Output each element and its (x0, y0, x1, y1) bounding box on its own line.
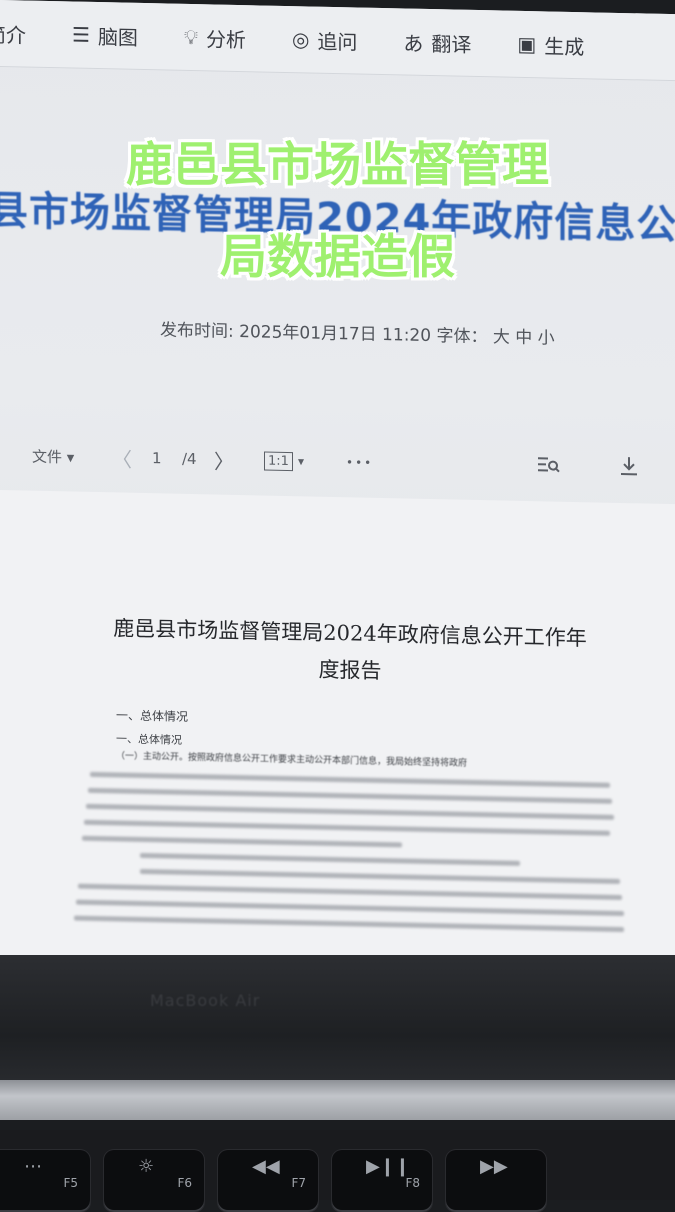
body-text-line (88, 787, 612, 804)
keyboard-light-icon: ⋯ (24, 1156, 42, 1177)
page-total: /4 (182, 449, 197, 469)
body-text-line (76, 899, 624, 917)
section-heading: 一、总体情况 (116, 708, 189, 724)
key-label: F7 (291, 1176, 306, 1190)
toolbar-analysis-label: 分析 (205, 26, 246, 52)
body-text-line (82, 835, 402, 848)
keyboard-row: ⋯ F5 ☼ F6 ◀◀ F7 ▶❙❙ F8 ▶▶ (0, 1130, 675, 1212)
more-button[interactable]: ••• (346, 455, 373, 470)
document-title: 鹿邑县市场监督管理局2024年政府信息公开工作年 度报告 (60, 609, 640, 695)
play-pause-icon: ▶❙❙ (366, 1156, 411, 1177)
laptop-brand: MacBook Air (150, 991, 261, 1010)
body-text-line (90, 771, 610, 788)
caption-line1: 鹿邑县市场监督管理 (126, 138, 549, 193)
body-intro: （一）主动公开。按照政府信息公开工作要求主动公开本部门信息，我局始终坚持将政府 (116, 751, 468, 769)
toolbar-translate-label: 翻译 (431, 31, 472, 57)
body-text-line (84, 819, 610, 836)
keyboard-light-icon: ☼ (138, 1156, 155, 1177)
body-text-line (140, 852, 520, 866)
body-text-line (140, 868, 620, 884)
pdf-page: 鹿邑县市场监督管理局2024年政府信息公开工作年 度报告 一、总体情况 一、总体… (0, 490, 675, 975)
body-text-line (86, 803, 614, 820)
translate-icon: あ (403, 30, 424, 56)
download-icon[interactable] (618, 455, 640, 481)
key-f6[interactable]: ☼ F6 (104, 1150, 204, 1212)
toolbar-analysis[interactable]: 💡︎ 分析 (184, 22, 246, 52)
key-f8[interactable]: ▶❙❙ F8 (332, 1150, 432, 1212)
rewind-icon: ◀◀ (252, 1156, 280, 1177)
overlay-caption: 鹿邑县市场监督管理 局数据造假 (0, 120, 675, 303)
toolbar-generate-label: 生成 (544, 33, 585, 59)
chat-icon: ◎ (291, 27, 310, 52)
page-current[interactable]: 1 (152, 449, 162, 467)
subsection-heading: 一、总体情况 (116, 732, 182, 747)
laptop-hinge (0, 1080, 675, 1120)
body-text-line (78, 883, 622, 901)
zoom-button[interactable]: 1:1 (264, 451, 293, 471)
key-f5[interactable]: ⋯ F5 (0, 1150, 90, 1212)
pdf-toolbar: 文件 ▾ 〈 1 /4 〉 1:1 ▾ ••• (0, 432, 675, 492)
lightbulb-icon: 💡︎ (183, 24, 198, 50)
ai-toolbar: 简介 ☰ 脑图 💡︎ 分析 ◎ 追问 あ 翻译 ▣ 生成 (0, 0, 675, 82)
key-f9[interactable]: ▶▶ (446, 1150, 546, 1212)
laptop-bezel: MacBook Air (0, 955, 675, 1090)
article-meta: 发布时间: 2025年01月17日 11:20 字体： 大 中 小 (160, 320, 555, 349)
mindmap-icon: ☰ (72, 22, 90, 47)
next-page-button[interactable]: 〉 (214, 445, 234, 474)
toolbar-mindmap-label: 脑图 (97, 24, 138, 50)
generate-icon: ▣ (517, 31, 537, 57)
key-f7[interactable]: ◀◀ F7 (218, 1150, 318, 1212)
zoom-caret-icon[interactable]: ▾ (298, 454, 304, 468)
search-doc-icon[interactable] (536, 454, 560, 479)
toolbar-followup-label: 追问 (317, 29, 358, 54)
body-text-line (74, 915, 624, 933)
key-label: F6 (177, 1176, 192, 1190)
file-menu[interactable]: 文件 ▾ (32, 445, 74, 467)
toolbar-translate[interactable]: あ 翻译 (403, 27, 471, 57)
key-label: F5 (63, 1176, 78, 1190)
toolbar-mindmap[interactable]: ☰ 脑图 (72, 20, 138, 50)
toolbar-intro-label: 简介 (0, 22, 26, 48)
toolbar-intro[interactable]: 简介 (0, 18, 26, 48)
toolbar-generate[interactable]: ▣ 生成 (517, 29, 584, 59)
fast-forward-icon: ▶▶ (480, 1156, 508, 1177)
toolbar-followup[interactable]: ◎ 追问 (292, 25, 357, 55)
prev-page-button[interactable]: 〈 (112, 443, 132, 472)
key-label: F8 (405, 1176, 420, 1190)
caption-line2: 局数据造假 (220, 229, 455, 285)
